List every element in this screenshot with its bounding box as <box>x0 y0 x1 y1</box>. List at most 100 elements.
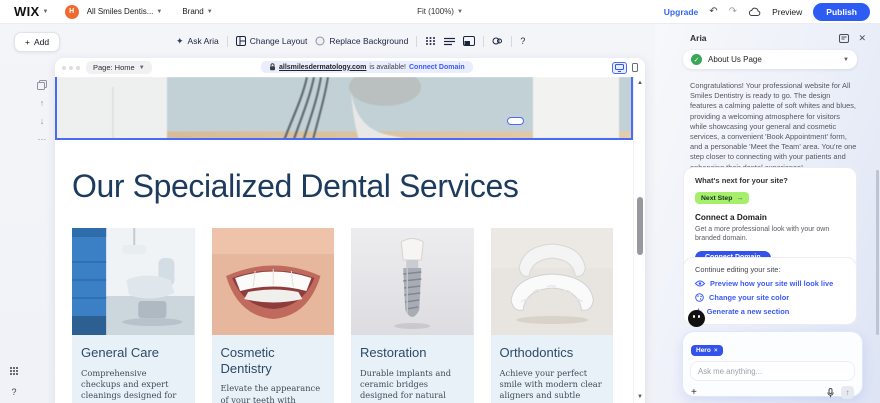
card-body[interactable]: Comprehensive checkups and expert cleani… <box>72 361 195 403</box>
scroll-up-icon[interactable]: ▲ <box>634 80 645 86</box>
service-card-restoration[interactable]: Restoration Durable implants and ceramic… <box>351 228 474 403</box>
zoom-level: Fit (100%) <box>417 7 454 16</box>
effects-halftone-icon[interactable] <box>425 36 436 46</box>
card-body[interactable]: Achieve your perfect smile with modern c… <box>491 361 614 403</box>
move-section-up-icon[interactable]: ↑ <box>40 99 45 108</box>
publish-button[interactable]: Publish <box>813 2 870 21</box>
link-icon[interactable] <box>492 36 503 46</box>
page-content: Our Specialized Dental Services General … <box>55 77 633 403</box>
layout-grid-icon <box>235 36 246 46</box>
ask-aria-label: Ask Aria <box>187 36 219 46</box>
more-actions-icon[interactable]: ⋯ <box>38 135 47 144</box>
step-description: Get a more professional look with your o… <box>695 225 830 243</box>
chevron-down-icon: ▼ <box>138 64 145 71</box>
plus-icon: + <box>25 37 30 47</box>
site-name-menu[interactable]: All Smiles Dentis... ▼ <box>87 7 163 16</box>
chevron-down-icon: ▼ <box>42 8 49 15</box>
site-name: All Smiles Dentis... <box>86 7 154 16</box>
send-button[interactable]: ↑ <box>841 386 854 399</box>
editor-corner-tools: ? <box>9 366 19 397</box>
dental-implant-photo <box>351 228 474 335</box>
move-section-down-icon[interactable]: ↓ <box>40 117 45 126</box>
accessibility-dots-icon[interactable] <box>9 366 19 376</box>
service-card-orthodontics[interactable]: Orthodontics Achieve your perfect smile … <box>490 228 614 403</box>
undo-icon[interactable]: ↶ <box>709 6 717 17</box>
section-side-rail: ↑ ↓ ⋯ <box>34 80 50 144</box>
chip-label: Hero <box>696 347 711 354</box>
card-body[interactable]: Elevate the appearance of your teeth wit… <box>212 376 335 403</box>
aria-panel-title: Aria <box>690 33 707 43</box>
site-saved-cloud-icon[interactable] <box>748 7 761 17</box>
dental-office-photo <box>72 228 195 335</box>
preview-button[interactable]: Preview <box>772 7 802 17</box>
service-card-cosmetic-dentistry[interactable]: Cosmetic Dentistry Elevate the appearanc… <box>211 228 335 403</box>
help-corner-button[interactable]: ? <box>11 387 16 397</box>
wix-menu[interactable]: WIX ▼ <box>14 4 49 19</box>
brand-menu[interactable]: Brand ▼ <box>182 7 212 16</box>
change-layout-button[interactable]: Change Layout <box>235 36 308 46</box>
mobile-view-toggle[interactable] <box>632 63 638 72</box>
chat-input[interactable] <box>691 362 854 380</box>
generated-page-item[interactable]: ✓ About Us Page ▼ <box>683 50 857 69</box>
whats-next-heading: What's next for your site? <box>695 176 788 185</box>
window-dots <box>62 65 80 70</box>
aria-message: Congratulations! Your professional websi… <box>690 81 857 172</box>
page-selector[interactable]: Page: Home ▼ <box>86 61 152 74</box>
chevron-down-icon: ▼ <box>456 8 463 15</box>
ask-aria-button[interactable]: ✦ Ask Aria <box>176 36 219 47</box>
replace-background-button[interactable]: Replace Background <box>315 36 408 46</box>
redo-icon[interactable]: ↷ <box>729 6 737 17</box>
arrow-right-icon: → <box>736 194 744 202</box>
close-icon[interactable]: ✕ <box>858 33 866 43</box>
section-toolbar: ✦ Ask Aria Change Layout Replace Backgro… <box>176 33 525 49</box>
divider <box>483 35 485 47</box>
duplicate-section-icon[interactable] <box>37 80 47 90</box>
chevron-down-icon: ▼ <box>206 8 213 15</box>
page-selector-label: Page: Home <box>93 63 135 72</box>
continue-editing-heading: Continue editing your site: <box>695 265 781 274</box>
help-button[interactable]: ? <box>520 36 525 46</box>
hero-resize-handle[interactable] <box>507 117 524 125</box>
zoom-level-menu[interactable]: Fit (100%) ▼ <box>417 7 463 16</box>
divider <box>226 35 228 47</box>
preview-live-link[interactable]: Preview how your site will look live <box>695 279 845 288</box>
site-avatar[interactable]: H <box>64 4 79 19</box>
chevron-down-icon: ▼ <box>843 56 849 63</box>
replace-background-label: Replace Background <box>329 36 409 46</box>
service-card-general-care[interactable]: General Care Comprehensive checkups and … <box>72 228 195 403</box>
add-element-button[interactable]: + Add <box>14 32 61 52</box>
change-layout-label: Change Layout <box>249 36 308 46</box>
text-lines-icon[interactable] <box>444 37 456 46</box>
change-site-color-link[interactable]: Change your site color <box>695 293 845 302</box>
card-title[interactable]: Cosmetic Dentistry <box>212 335 335 376</box>
card-title[interactable]: Orthodontics <box>491 335 614 361</box>
generate-section-link[interactable]: ✦ Generate a new section <box>695 307 845 316</box>
attach-plus-button[interactable]: + <box>691 387 697 398</box>
media-icon[interactable] <box>463 36 476 46</box>
upgrade-link[interactable]: Upgrade <box>664 7 698 17</box>
services-heading[interactable]: Our Specialized Dental Services <box>72 168 519 205</box>
dock-chat-icon[interactable] <box>839 33 850 43</box>
scroll-down-icon[interactable]: ▼ <box>634 394 645 400</box>
desktop-view-toggle[interactable] <box>612 61 627 74</box>
domain-bar[interactable]: allsmilesdermatology.com is available! C… <box>261 61 473 73</box>
wix-logo: WIX <box>14 4 40 19</box>
microphone-icon[interactable] <box>827 387 834 398</box>
link-label: Preview how your site will look live <box>710 279 834 288</box>
generated-page-label: About Us Page <box>708 55 762 64</box>
sparkle-icon: ✦ <box>176 35 184 46</box>
scrollbar-thumb[interactable] <box>637 197 643 255</box>
continue-editing-card: Continue editing your site: Preview how … <box>683 257 857 325</box>
hero-selection-border[interactable] <box>55 77 633 140</box>
hero-context-chip[interactable]: Hero × <box>691 345 723 356</box>
divider <box>416 35 418 47</box>
canvas-scrollbar[interactable]: ▲ ▼ <box>633 77 645 403</box>
remove-chip-icon[interactable]: × <box>714 347 718 354</box>
card-title[interactable]: Restoration <box>351 335 474 361</box>
panel-scrollbar[interactable] <box>876 170 879 335</box>
connect-domain-link[interactable]: Connect Domain <box>409 64 465 71</box>
services-section[interactable]: Our Specialized Dental Services General … <box>55 140 633 403</box>
next-step-label: Next Step <box>701 194 733 202</box>
card-body[interactable]: Durable implants and ceramic bridges des… <box>351 361 474 403</box>
card-title[interactable]: General Care <box>72 335 195 361</box>
